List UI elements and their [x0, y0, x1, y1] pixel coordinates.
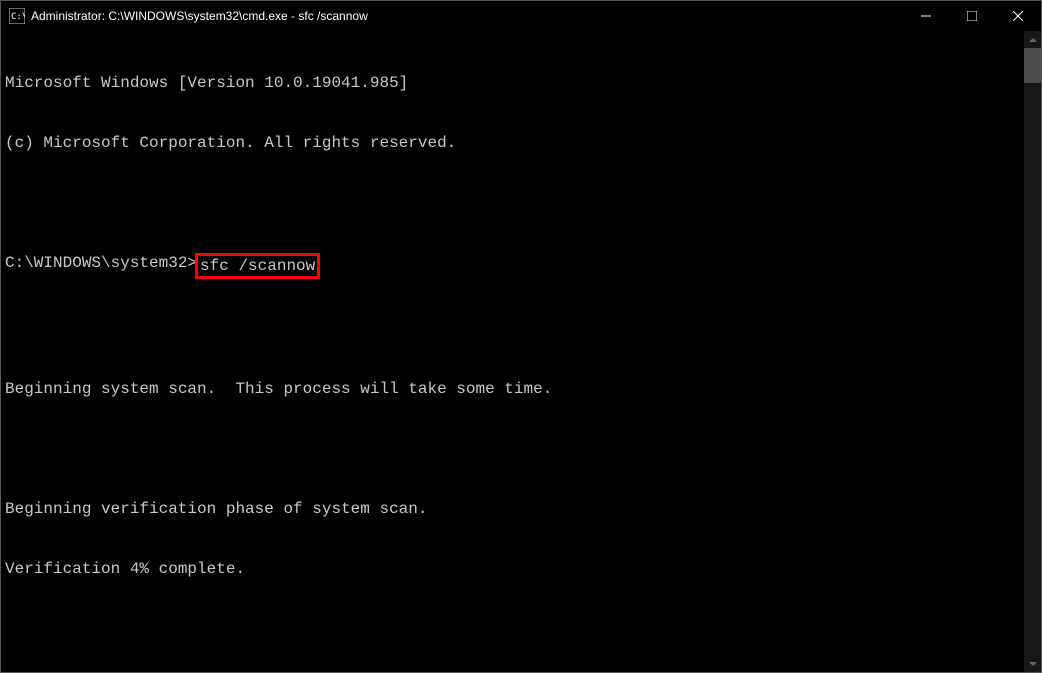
scroll-thumb[interactable] [1024, 48, 1041, 83]
prompt-line: C:\WINDOWS\system32>sfc /scannow [5, 253, 1020, 279]
window-title: Administrator: C:\WINDOWS\system32\cmd.e… [31, 9, 903, 23]
scroll-up-arrow[interactable] [1024, 31, 1041, 48]
prompt-text: C:\WINDOWS\system32> [5, 253, 197, 279]
output-line: Verification 4% complete. [5, 559, 1020, 579]
cmd-icon: C:\ [9, 8, 25, 24]
command-prompt-window: C:\ Administrator: C:\WINDOWS\system32\c… [0, 0, 1042, 673]
vertical-scrollbar[interactable] [1024, 31, 1041, 672]
scroll-down-arrow[interactable] [1024, 655, 1041, 672]
minimize-button[interactable] [903, 1, 949, 31]
output-blank [5, 439, 1020, 459]
scroll-track[interactable] [1024, 48, 1041, 655]
command-text: sfc /scannow [200, 257, 315, 275]
close-button[interactable] [995, 1, 1041, 31]
output-blank [5, 193, 1020, 213]
output-blank [5, 319, 1020, 339]
output-line: Microsoft Windows [Version 10.0.19041.98… [5, 73, 1020, 93]
content-wrapper: Microsoft Windows [Version 10.0.19041.98… [1, 31, 1041, 672]
window-controls [903, 1, 1041, 31]
svg-text:C:\: C:\ [11, 12, 25, 22]
terminal-output[interactable]: Microsoft Windows [Version 10.0.19041.98… [1, 31, 1024, 672]
titlebar[interactable]: C:\ Administrator: C:\WINDOWS\system32\c… [1, 1, 1041, 31]
command-highlight: sfc /scannow [195, 253, 320, 279]
output-line: Beginning system scan. This process will… [5, 379, 1020, 399]
output-line: (c) Microsoft Corporation. All rights re… [5, 133, 1020, 153]
maximize-button[interactable] [949, 1, 995, 31]
output-line: Beginning verification phase of system s… [5, 499, 1020, 519]
